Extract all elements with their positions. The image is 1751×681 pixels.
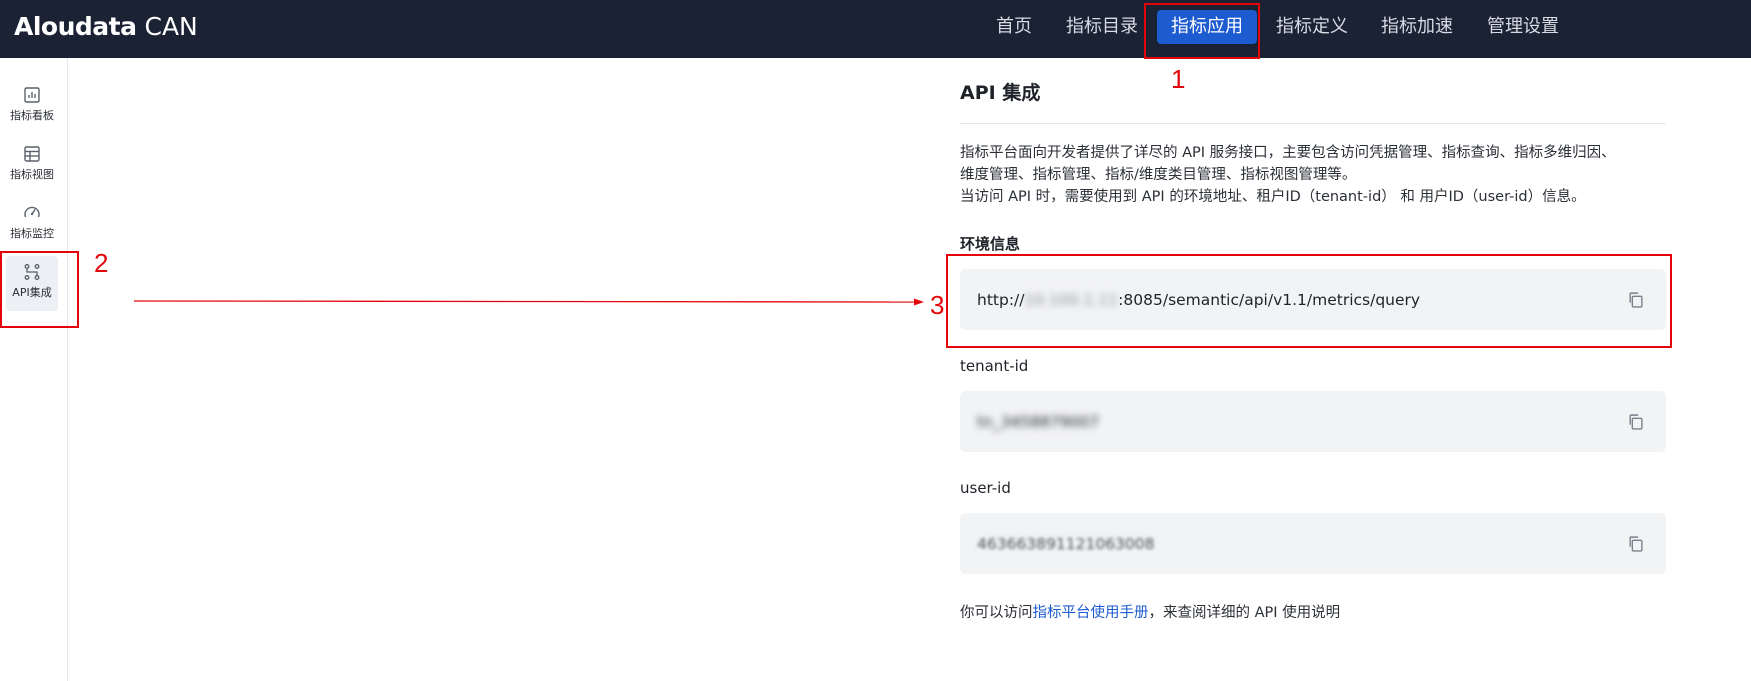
tenant-id-label: tenant-id <box>960 357 1029 375</box>
top-navigation-bar: Aloudata CAN 首页 指标目录 指标应用 指标定义 指标加速 管理设置 <box>0 0 1751 58</box>
annotation-box-env <box>946 254 1672 348</box>
user-id-value[interactable]: 463663891121063008 <box>977 533 1155 555</box>
hint-suffix: ，来查阅详细的 API 使用说明 <box>1148 605 1341 621</box>
nav-metric-definition[interactable]: 指标定义 <box>1262 10 1362 44</box>
nav-home[interactable]: 首页 <box>982 10 1046 44</box>
env-info-label: 环境信息 <box>960 235 1021 253</box>
app-logo[interactable]: Aloudata CAN <box>14 12 198 42</box>
tenant-id-value[interactable]: tn_3458879007 <box>977 411 1099 433</box>
table-view-icon <box>24 146 40 162</box>
annotation-number-3: 3 <box>930 290 945 320</box>
chart-board-icon <box>24 87 40 103</box>
api-doc-hint: 你可以访问指标平台使用手册，来查阅详细的 API 使用说明 <box>960 603 1340 623</box>
nav-metric-catalog[interactable]: 指标目录 <box>1052 10 1152 44</box>
copy-icon[interactable] <box>1627 413 1644 430</box>
annotation-box-nav <box>1144 3 1260 59</box>
nav-metric-acceleration[interactable]: 指标加速 <box>1367 10 1467 44</box>
annotation-box-sidebar <box>0 251 79 328</box>
user-manual-link[interactable]: 指标平台使用手册 <box>1033 605 1149 621</box>
sidebar-item-metric-monitor[interactable]: 指标监控 <box>6 197 58 252</box>
annotation-number-1: 1 <box>1171 64 1186 94</box>
description-line: 当访问 API 时，需要使用到 API 的环境地址、租户ID（tenant-id… <box>960 189 1586 205</box>
sidebar-item-label: 指标看板 <box>10 109 54 122</box>
hint-prefix: 你可以访问 <box>960 605 1033 621</box>
description-line: 指标平台面向开发者提供了详尽的 API 服务接口，主要包含访问凭据管理、指标查询… <box>960 145 1616 161</box>
user-id-field: 463663891121063008 <box>960 513 1666 574</box>
brand-name: Aloudata <box>14 12 137 41</box>
sidebar-item-label: 指标视图 <box>10 168 54 181</box>
product-name: CAN <box>144 12 198 41</box>
sidebar-item-label: 指标监控 <box>10 227 54 240</box>
sidebar-item-metric-view[interactable]: 指标视图 <box>6 138 58 193</box>
page-description: 指标平台面向开发者提供了详尽的 API 服务接口，主要包含访问凭据管理、指标查询… <box>960 142 1666 208</box>
annotation-number-2: 2 <box>94 248 109 278</box>
left-sidebar: 指标看板 指标视图 指标监控 API集成 <box>0 58 68 681</box>
title-divider <box>960 123 1666 124</box>
gauge-icon <box>24 206 40 218</box>
description-line: 维度管理、指标管理、指标/维度类目管理、指标视图管理等。 <box>960 167 1357 183</box>
sidebar-item-metric-board[interactable]: 指标看板 <box>6 79 58 134</box>
nav-admin-settings[interactable]: 管理设置 <box>1473 10 1573 44</box>
tenant-id-field: tn_3458879007 <box>960 391 1666 452</box>
copy-icon[interactable] <box>1627 535 1644 552</box>
page-title: API 集成 <box>960 82 1041 104</box>
user-id-label: user-id <box>960 479 1011 497</box>
